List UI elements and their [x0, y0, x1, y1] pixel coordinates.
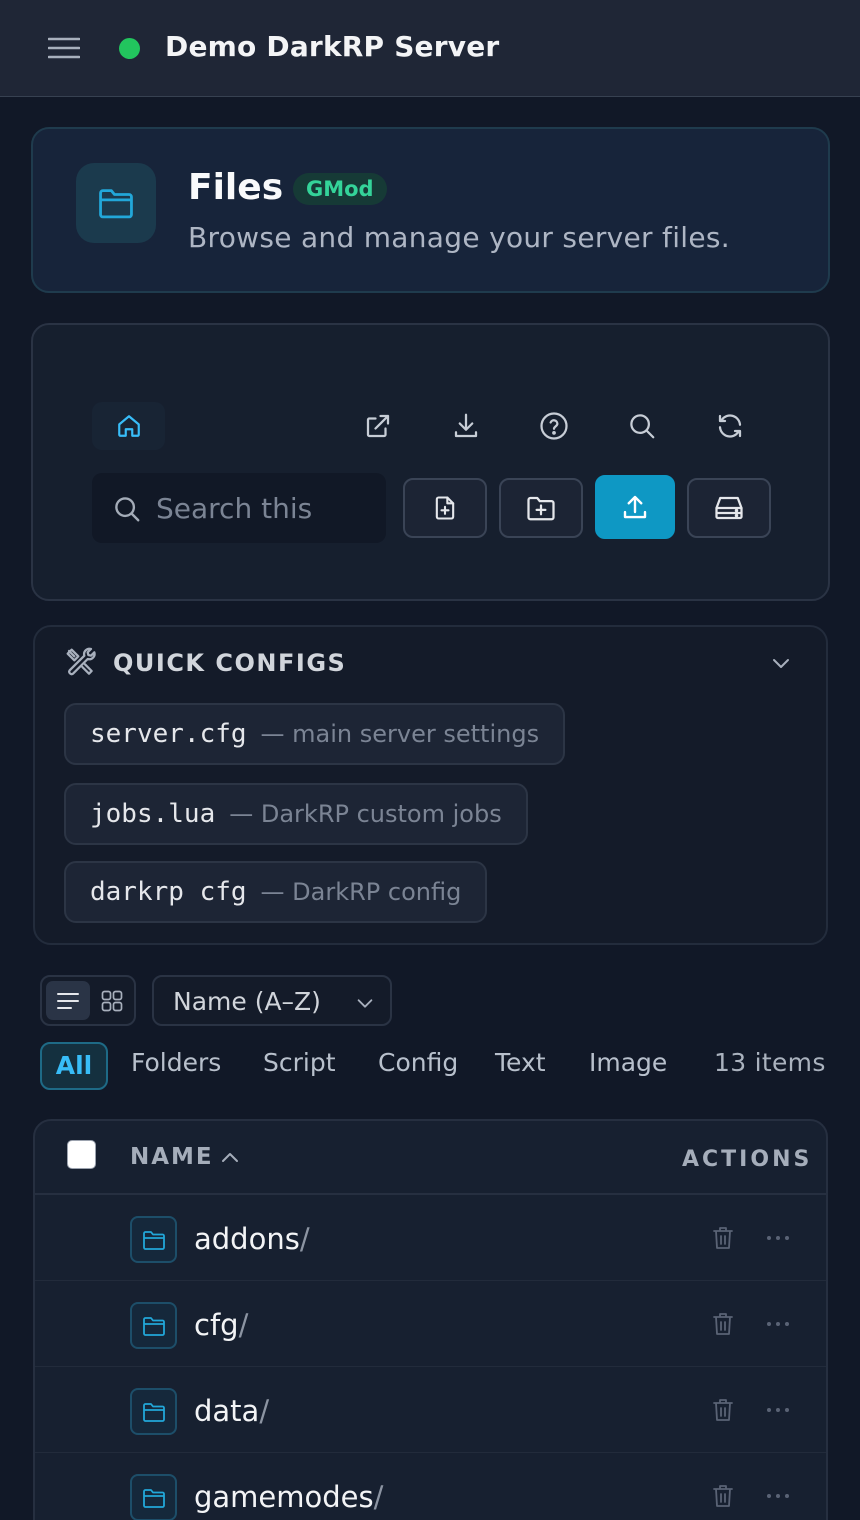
hamburger-icon — [48, 37, 80, 59]
storage-icon — [715, 496, 743, 520]
delete-button[interactable] — [711, 1483, 735, 1509]
more-horizontal-icon — [767, 1236, 789, 1240]
external-link-icon — [366, 414, 390, 438]
chevron-down-icon — [357, 999, 373, 1008]
more-horizontal-icon — [767, 1322, 789, 1326]
more-actions-button[interactable] — [766, 1321, 790, 1327]
folder-icon — [130, 1474, 177, 1520]
home-icon — [117, 415, 140, 437]
storage-button[interactable] — [687, 478, 771, 538]
config-file-desc: — main server settings — [260, 720, 540, 748]
table-row[interactable]: cfg/ — [35, 1281, 826, 1367]
new-file-button[interactable] — [403, 478, 487, 538]
trash-icon — [713, 1313, 733, 1335]
quick-config-server-cfg[interactable]: server.cfg — main server settings — [64, 703, 566, 765]
folder-icon — [130, 1388, 177, 1435]
help-icon — [540, 412, 568, 440]
trash-icon — [713, 1399, 733, 1421]
refresh-icon — [718, 414, 742, 438]
tools-icon — [66, 647, 96, 676]
refresh-button[interactable] — [713, 409, 747, 443]
page-subtitle: Browse and manage your server files. — [188, 221, 730, 254]
search-button[interactable] — [625, 409, 659, 443]
list-view-button[interactable] — [46, 981, 90, 1020]
sort-select[interactable]: Name (A–Z) — [152, 975, 392, 1026]
open-external-button[interactable] — [361, 409, 395, 443]
more-actions-button[interactable] — [766, 1235, 790, 1241]
filter-text[interactable]: Text — [495, 1048, 546, 1077]
trash-icon — [713, 1227, 733, 1249]
items-count: 13 items — [714, 1048, 826, 1077]
more-horizontal-icon — [767, 1494, 789, 1498]
quick-config-darkrp-cfg[interactable]: darkrp cfg — DarkRP config — [64, 861, 488, 923]
table-row[interactable]: addons/ — [35, 1195, 826, 1281]
server-name: Demo DarkRP Server — [165, 30, 500, 63]
quick-configs-panel: QUICK CONFIGS server.cfg — main server s… — [33, 625, 828, 945]
list-icon — [57, 992, 79, 1009]
grid-view-button[interactable] — [92, 981, 132, 1020]
grid-icon — [101, 990, 123, 1011]
table-header: NAME ACTIONS — [35, 1121, 826, 1195]
collapse-toggle[interactable] — [769, 651, 793, 675]
page-header-card: Files GMod Browse and manage your server… — [31, 127, 830, 293]
folder-icon — [130, 1302, 177, 1349]
file-name[interactable]: addons/ — [194, 1222, 310, 1256]
actions-column-header: ACTIONS — [682, 1147, 813, 1172]
page-title: Files — [188, 167, 284, 208]
upload-button[interactable] — [595, 475, 675, 539]
table-row[interactable]: data/ — [35, 1367, 826, 1453]
file-name[interactable]: data/ — [194, 1394, 269, 1428]
delete-button[interactable] — [711, 1397, 735, 1423]
search-input[interactable] — [156, 488, 376, 528]
sort-ascending-icon — [222, 1153, 238, 1162]
server-status-dot — [119, 38, 140, 59]
quick-config-jobs-lua[interactable]: jobs.lua — DarkRP custom jobs — [64, 783, 528, 845]
upload-icon — [623, 495, 647, 519]
download-icon — [454, 413, 478, 438]
config-file-desc: — DarkRP config — [260, 878, 462, 906]
filter-image[interactable]: Image — [589, 1048, 667, 1077]
menu-button[interactable] — [46, 33, 82, 63]
config-file-desc: — DarkRP custom jobs — [229, 800, 502, 828]
more-horizontal-icon — [767, 1408, 789, 1412]
new-folder-icon — [527, 496, 555, 521]
quick-configs-title: QUICK CONFIGS — [113, 649, 347, 677]
filter-config[interactable]: Config — [378, 1048, 458, 1077]
config-file-name: jobs.lua — [90, 799, 216, 829]
sort-value: Name (A–Z) — [173, 987, 321, 1016]
select-all-checkbox[interactable] — [67, 1140, 96, 1169]
more-actions-button[interactable] — [766, 1493, 790, 1499]
file-name[interactable]: gamemodes/ — [194, 1480, 383, 1514]
new-file-icon — [435, 496, 455, 520]
folder-icon — [130, 1216, 177, 1263]
top-bar: Demo DarkRP Server — [0, 0, 860, 97]
search-icon — [115, 497, 140, 522]
home-button[interactable] — [92, 402, 165, 450]
view-mode-toggle — [40, 975, 136, 1026]
delete-button[interactable] — [711, 1225, 735, 1251]
name-column-header[interactable]: NAME — [130, 1144, 214, 1170]
filter-all[interactable]: All — [40, 1042, 108, 1090]
file-table: NAME ACTIONS addons/ cfg/ data/ gamemode… — [33, 1119, 828, 1520]
config-file-name: server.cfg — [90, 719, 247, 749]
help-button[interactable] — [537, 409, 571, 443]
delete-button[interactable] — [711, 1311, 735, 1337]
trash-icon — [713, 1485, 733, 1507]
more-actions-button[interactable] — [766, 1407, 790, 1413]
filter-script[interactable]: Script — [263, 1048, 336, 1077]
file-name[interactable]: cfg/ — [194, 1308, 248, 1342]
new-folder-button[interactable] — [499, 478, 583, 538]
search-icon — [630, 414, 655, 439]
config-file-name: darkrp cfg — [90, 877, 247, 907]
filter-folders[interactable]: Folders — [131, 1048, 221, 1077]
table-row[interactable]: gamemodes/ — [35, 1453, 826, 1520]
file-toolbar — [31, 323, 830, 601]
chevron-down-icon — [773, 659, 789, 668]
game-badge: GMod — [293, 173, 387, 205]
search-field[interactable] — [92, 473, 386, 543]
folder-icon — [76, 163, 156, 243]
download-button[interactable] — [449, 409, 483, 443]
